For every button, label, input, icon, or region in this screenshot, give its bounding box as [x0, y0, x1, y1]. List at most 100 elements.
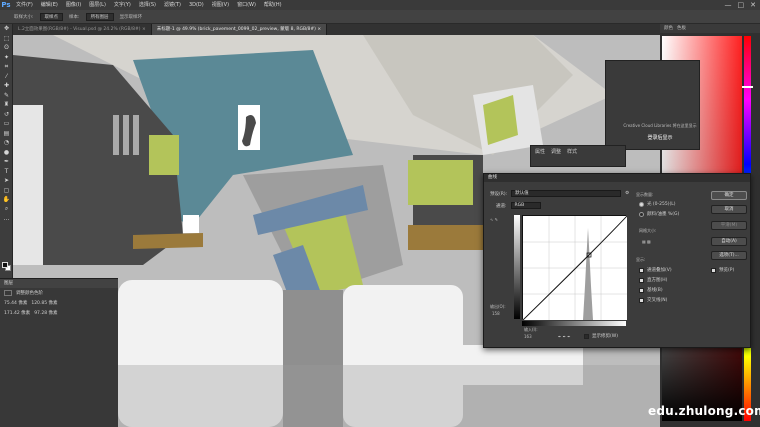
cancel-button[interactable]: 取消	[711, 205, 747, 214]
channel-overlay-checkbox[interactable]	[639, 267, 644, 273]
show-option-label: 通道叠加(V)	[647, 268, 672, 273]
menu-window[interactable]: 窗口(W)	[233, 0, 260, 10]
output-label: 输出(O):	[490, 304, 506, 309]
lasso-tool-icon[interactable]: ʘ	[0, 43, 13, 53]
edit-points-icon[interactable]: ∿ ✎	[490, 217, 498, 222]
menu-layer[interactable]: 图层(L)	[85, 0, 110, 10]
photoshop-logo[interactable]: Ps	[0, 0, 12, 10]
options-button[interactable]: 选项(T)...	[711, 251, 747, 260]
intersection-checkbox[interactable]	[639, 297, 644, 303]
histogram-checkbox[interactable]	[639, 277, 644, 283]
pigment-radio[interactable]	[639, 211, 644, 217]
tab-adjustments[interactable]: 调整	[551, 148, 561, 155]
type-tool-icon[interactable]: T	[0, 167, 13, 177]
layers-panel: 图层 调整颜色色阶 75.44 像素 120.85 像素 171.42 像素 9…	[0, 278, 118, 427]
hand-tool-icon[interactable]: ✋	[0, 195, 13, 205]
grid-size-icons[interactable]: ▦ ▩	[642, 239, 651, 244]
hue-slider-handle[interactable]	[742, 86, 753, 88]
marquee-tool-icon[interactable]: ⬚	[0, 34, 13, 44]
curve-graph[interactable]	[522, 215, 628, 321]
show-option-row[interactable]: 交叉线(N)	[639, 297, 667, 303]
tab-color[interactable]: 颜色	[664, 24, 673, 33]
option-pigment-row[interactable]: 颜料/油墨 %(G)	[639, 211, 679, 217]
gradient-tool-icon[interactable]: ▤	[0, 129, 13, 139]
ok-button[interactable]: 确定	[711, 191, 747, 200]
menu-3d[interactable]: 3D(D)	[185, 0, 208, 10]
shape-tool-icon[interactable]: ▢	[0, 186, 13, 196]
brush-tool-icon[interactable]: ✎	[0, 91, 13, 101]
sample-size-select[interactable]: 取样点	[39, 12, 64, 21]
show-option-row[interactable]: 基线(B)	[639, 287, 663, 293]
layer-row[interactable]: 75.44 像素 120.85 像素	[0, 298, 118, 308]
light-radio[interactable]	[639, 201, 644, 207]
layer-value-b: 97.28 像素	[34, 311, 58, 316]
menu-file[interactable]: 文件(F)	[12, 0, 37, 10]
menu-type[interactable]: 文字(Y)	[110, 0, 135, 10]
input-value[interactable]: 163	[524, 334, 532, 339]
tab-styles[interactable]: 样式	[567, 148, 577, 155]
pen-tool-icon[interactable]: ✒	[0, 157, 13, 167]
watermark: edu.zhulong.com	[648, 404, 760, 418]
stripe-2	[123, 115, 129, 155]
magic-wand-tool-icon[interactable]: ✦	[0, 53, 13, 63]
clone-stamp-tool-icon[interactable]: ♜	[0, 100, 13, 110]
menu-image[interactable]: 图像(I)	[62, 0, 85, 10]
eyedropper-icons[interactable]: ✒ ✒ ✒	[558, 334, 571, 339]
minimize-icon[interactable]: —	[725, 0, 732, 10]
more-tools-icon[interactable]: …	[0, 214, 13, 224]
preset-row: 预设(R): 默认值 ⚙	[490, 190, 629, 197]
menu-select[interactable]: 选择(S)	[135, 0, 160, 10]
show-option-row[interactable]: 通道叠加(V)	[639, 267, 672, 273]
menu-edit[interactable]: 编辑(E)	[37, 0, 62, 10]
healing-brush-tool-icon[interactable]: ✚	[0, 81, 13, 91]
crop-tool-icon[interactable]: ⌗	[0, 62, 13, 72]
show-clipping-label: 显示修剪(W)	[592, 334, 618, 339]
tab-document-1[interactable]: L.2立面效果图(RGB/8#) - Visual.psd @ 24.2% (R…	[13, 24, 152, 35]
show-option-row[interactable]: 直方图(H)	[639, 277, 667, 283]
show-ring-checkbox[interactable]: 显示取样环	[120, 14, 143, 20]
show-clipping-checkbox[interactable]	[584, 333, 589, 339]
tab-document-2[interactable]: 未标题-1 @ 49.9% (brick_pavement_0099_02_pr…	[151, 24, 328, 35]
show-clipping-row[interactable]: 显示修剪(W)	[584, 333, 618, 339]
menu-view[interactable]: 视图(V)	[208, 0, 233, 10]
smooth-button[interactable]: 平滑(M)	[711, 221, 747, 230]
close-icon[interactable]: ✕	[750, 0, 756, 10]
baseline-checkbox[interactable]	[639, 287, 644, 293]
path-selection-tool-icon[interactable]: ➤	[0, 176, 13, 186]
white-square	[183, 215, 199, 233]
dodge-tool-icon[interactable]: ●	[0, 148, 13, 158]
preset-gear-icon[interactable]: ⚙	[625, 191, 629, 196]
menu-help[interactable]: 帮助(H)	[260, 0, 286, 10]
input-label: 输入(I):	[524, 327, 538, 332]
auto-button[interactable]: 自动(A)	[711, 237, 747, 246]
layer-row[interactable]: 171.42 像素 97.28 像素	[0, 308, 118, 318]
maximize-icon[interactable]: □	[738, 0, 745, 10]
layer-value-a: 75.44 像素	[4, 301, 28, 306]
paving-left	[133, 233, 203, 249]
tab-swatches[interactable]: 色板	[677, 24, 686, 33]
blur-tool-icon[interactable]: ◔	[0, 138, 13, 148]
option-light-row[interactable]: 光 (0-255)(L)	[639, 201, 676, 207]
preview-row[interactable]: 预览(P)	[711, 267, 734, 273]
tab-properties[interactable]: 属性	[535, 148, 545, 155]
foreground-color-swatch[interactable]	[2, 262, 8, 268]
move-tool-icon[interactable]: ✥	[0, 24, 13, 34]
show-option-label: 交叉线(N)	[647, 298, 668, 303]
preset-select[interactable]: 默认值	[511, 190, 622, 197]
zoom-tool-icon[interactable]: ⌕	[0, 205, 13, 215]
history-brush-tool-icon[interactable]: ↺	[0, 110, 13, 120]
sample-select[interactable]: 所有图层	[85, 12, 114, 21]
eraser-tool-icon[interactable]: ▭	[0, 119, 13, 129]
menu-filter[interactable]: 滤镜(T)	[160, 0, 185, 10]
sample-size-label: 取样大小:	[14, 14, 34, 20]
eyedropper-tool-icon[interactable]: ⁄	[0, 72, 13, 82]
layers-panel-title[interactable]: 图层	[0, 279, 118, 288]
properties-panel: 属性 调整 样式	[530, 145, 626, 167]
output-value[interactable]: 158	[492, 311, 500, 316]
channel-select[interactable]: RGB	[510, 202, 541, 209]
preview-label: 预览(P)	[719, 268, 735, 273]
libraries-login[interactable]: 登录后显示	[621, 134, 699, 141]
window-controls: — □ ✕	[725, 0, 757, 10]
layer-value-a: 171.42 像素	[4, 311, 31, 316]
preview-checkbox[interactable]	[711, 267, 716, 273]
